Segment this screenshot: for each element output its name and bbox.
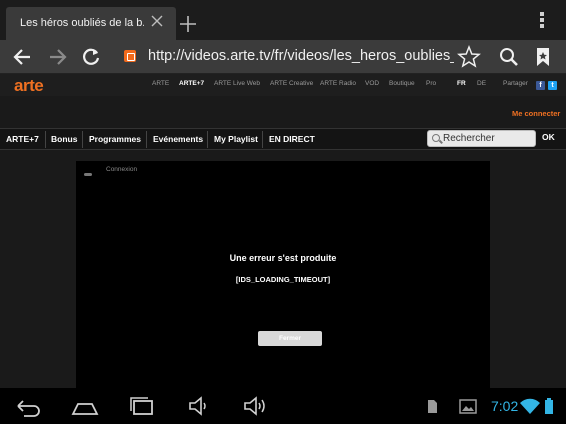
screen: Les héros oubliés de la b... http://vide… [0,0,566,424]
lang-de-link[interactable]: DE [477,80,486,87]
close-error-button[interactable]: Fermer [258,331,322,346]
nav-link-arte-radio[interactable]: ARTE Radio [320,80,356,87]
volume-up-icon[interactable] [240,394,270,418]
forward-arrow-icon[interactable] [44,44,70,70]
nav-link-arte-creative[interactable]: ARTE Creative [270,80,313,87]
url-bar[interactable]: http://videos.arte.tv/fr/videos/les_hero… [114,43,454,71]
share-label: Partager [503,80,528,87]
facebook-icon[interactable]: f [536,81,545,90]
search-ok-button[interactable]: OK [542,132,555,142]
site-favicon-icon [124,50,136,62]
screenshot-icon [458,394,478,418]
back-arrow-icon[interactable] [10,44,36,70]
arte-header-band: Me connecter [0,96,566,128]
browser-toolbar: http://videos.arte.tv/fr/videos/les_hero… [0,40,566,74]
search-input[interactable]: Rechercher [427,130,536,147]
nav-link-arte-live-web[interactable]: ARTE Live Web [214,80,260,87]
menu-divider [82,131,83,148]
browser-tab-strip: Les héros oubliés de la b... [0,0,566,40]
home-icon[interactable] [70,394,100,418]
star-icon[interactable] [456,44,482,70]
search-icon[interactable] [496,44,522,70]
menu-divider [45,131,46,148]
nav-link-boutique[interactable]: Boutique [389,80,415,87]
recent-apps-icon[interactable] [127,394,157,418]
reload-icon[interactable] [78,44,104,70]
arte-main-menu: ARTE+7 Bonus Programmes Evénements My Pl… [0,128,566,150]
status-clock: 7:02 [491,398,519,414]
nav-link-arte-plus7[interactable]: ARTE+7 [179,80,204,87]
menu-item-arte-plus7[interactable]: ARTE+7 [6,134,39,144]
search-placeholder: Rechercher [443,133,495,144]
menu-divider [207,131,208,148]
menu-item-evenements[interactable]: Evénements [153,134,203,144]
error-title: Une erreur s'est produite [229,253,337,263]
menu-divider [262,131,263,148]
video-player: Connexion Une erreur s'est produite [IDS… [76,161,490,388]
menu-divider [146,131,147,148]
bookmarks-icon[interactable] [530,44,556,70]
twitter-icon[interactable]: t [548,81,557,90]
player-logo-icon [84,173,92,176]
new-tab-plus-icon[interactable] [172,9,204,39]
nav-link-vod[interactable]: VOD [365,80,379,87]
player-connexion-link[interactable]: Connexion [106,166,137,173]
nav-link-arte[interactable]: ARTE [152,80,169,87]
url-text[interactable]: http://videos.arte.tv/fr/videos/les_hero… [148,48,454,64]
nav-link-pro[interactable]: Pro [426,80,436,87]
browser-tab[interactable]: Les héros oubliés de la b... [6,7,176,40]
menu-item-my-playlist[interactable]: My Playlist [214,134,258,144]
tab-title: Les héros oubliés de la b... [20,17,144,29]
back-icon[interactable] [14,394,44,418]
login-link[interactable]: Me connecter [512,109,560,118]
wifi-icon [519,394,541,418]
arte-top-nav: arte ARTE ARTE+7 ARTE Live Web ARTE Crea… [0,74,566,96]
error-code: [IDS_LOADING_TIMEOUT] [235,275,331,284]
battery-icon [542,394,556,418]
overflow-menu-icon[interactable] [536,10,548,30]
menu-item-bonus[interactable]: Bonus [51,134,77,144]
search-icon [432,134,440,142]
tab-close-icon[interactable] [150,14,164,30]
volume-down-icon[interactable] [185,394,215,418]
menu-item-programmes[interactable]: Programmes [89,134,141,144]
lang-fr-link[interactable]: FR [457,80,466,87]
menu-item-en-direct[interactable]: EN DIRECT [269,134,315,144]
arte-logo[interactable]: arte [14,76,44,96]
system-navigation-bar: 7:02 [0,388,566,424]
sd-card-icon [424,394,440,418]
